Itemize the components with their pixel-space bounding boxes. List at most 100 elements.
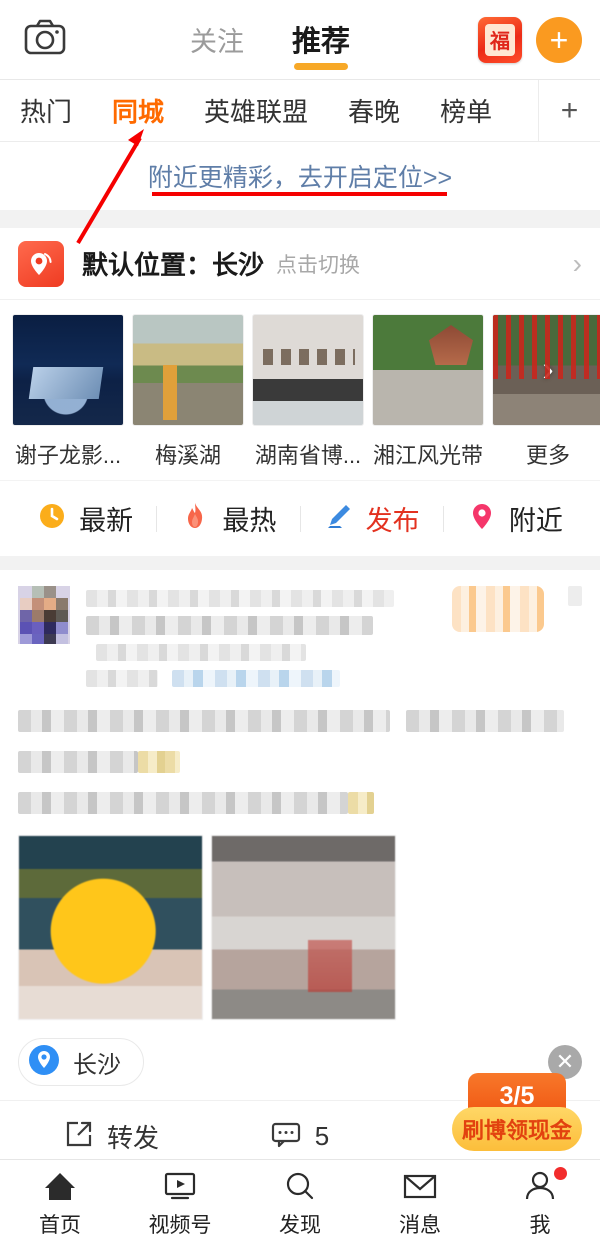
chevron-right-icon: › <box>542 350 554 389</box>
avatar[interactable] <box>18 586 70 644</box>
top-tab-recommend[interactable]: 推荐 <box>291 22 350 70</box>
place-card[interactable]: 梅溪湖 <box>132 314 244 470</box>
flame-icon <box>180 501 210 536</box>
filter-nearby[interactable]: 附近 <box>444 499 586 538</box>
sub-tab-scroll[interactable]: 热门 同城 英雄联盟 春晚 榜单 <box>0 92 538 129</box>
close-glyph: ✕ <box>555 1049 575 1074</box>
add-channel-button[interactable]: + <box>538 80 600 141</box>
clock-icon <box>37 501 67 536</box>
nav-item-discover[interactable]: 发现 <box>240 1169 360 1239</box>
default-location-title: 默认位置：长沙 <box>82 250 265 280</box>
blurred-text <box>86 616 373 635</box>
repost-label: 转发 <box>106 1123 159 1153</box>
place-card-more[interactable]: › 更多 <box>492 314 600 470</box>
place-label: 谢子龙影... <box>14 443 122 468</box>
camera-icon <box>24 19 66 60</box>
pin-icon <box>27 1043 61 1082</box>
post-image[interactable] <box>211 835 396 1020</box>
place-photo-2 <box>132 314 244 426</box>
blurred-text <box>406 710 565 732</box>
top-tab-following[interactable]: 关注 <box>190 22 244 66</box>
nav-item-video[interactable]: 视频号 <box>120 1169 240 1239</box>
cash-reward-label: 刷博领现金 <box>452 1107 582 1151</box>
blurred-text <box>18 710 391 732</box>
repost-button[interactable]: 转发 <box>18 1118 206 1155</box>
filter-label: 最新 <box>79 506 134 536</box>
more-menu-blurred[interactable] <box>568 586 582 606</box>
post-geo-chip[interactable]: 长沙 <box>18 1038 144 1086</box>
unread-badge-dot <box>554 1166 567 1180</box>
bottom-navigation: 首页 视频号 发现 消息 我 <box>0 1159 600 1247</box>
blurred-text <box>18 792 348 814</box>
blurred-text <box>18 751 138 773</box>
location-pin-icon <box>31 252 52 275</box>
pin-icon <box>467 501 497 536</box>
place-label: 更多 <box>525 443 570 468</box>
comment-icon <box>271 1120 301 1153</box>
sub-tab-ranking[interactable]: 榜单 <box>440 92 492 129</box>
top-bar-right: 福 + <box>450 16 600 63</box>
post-image[interactable] <box>18 835 203 1020</box>
nav-item-messages[interactable]: 消息 <box>360 1169 480 1239</box>
post-image-grid <box>18 835 582 1020</box>
comment-button[interactable]: 5 <box>206 1120 394 1153</box>
cash-reward-badge[interactable]: 3/5 刷博领现金 <box>452 1073 582 1151</box>
place-photo-4 <box>372 314 484 426</box>
mail-icon <box>402 1169 438 1203</box>
camera-button[interactable] <box>0 19 90 60</box>
feed-post: 长沙 ✕ <box>0 570 600 1100</box>
nav-item-home[interactable]: 首页 <box>0 1169 120 1239</box>
enable-location-link[interactable]: 附近更精彩，去开启定位>> <box>148 158 452 194</box>
blurred-text <box>172 670 340 687</box>
filter-hottest[interactable]: 最热 <box>157 499 299 538</box>
nearby-places-list: 谢子龙影... 梅溪湖 湖南省博... 湘江风光带 › 更多 <box>0 300 600 480</box>
feed-filter-row: 最新 最热 发布 附近 <box>0 480 600 556</box>
follow-button-blurred[interactable] <box>452 586 544 632</box>
place-photo-5: › <box>492 314 600 426</box>
blurred-text <box>348 792 374 814</box>
place-card[interactable]: 湘江风光带 <box>372 314 484 470</box>
sub-tab-local[interactable]: 同城 <box>112 92 164 129</box>
comment-count: 5 <box>314 1121 330 1151</box>
search-icon <box>282 1169 318 1203</box>
place-label: 湘江风光带 <box>372 443 483 468</box>
pencil-icon <box>324 501 354 536</box>
place-photo-1 <box>12 314 124 426</box>
blurred-text <box>96 644 306 661</box>
nav-label: 我 <box>529 1213 551 1237</box>
default-location-row[interactable]: 默认位置：长沙 点击切换 › <box>0 228 600 300</box>
share-icon <box>65 1120 93 1153</box>
post-header <box>18 586 582 696</box>
publish-post-button[interactable]: 发布 <box>301 499 443 538</box>
top-tabs: 关注 推荐 <box>90 14 450 70</box>
enable-location-prompt: 附近更精彩，去开启定位>> <box>0 142 600 210</box>
sub-tab-gala[interactable]: 春晚 <box>348 92 400 129</box>
filter-newest[interactable]: 最新 <box>14 499 156 538</box>
place-card[interactable]: 谢子龙影... <box>12 314 124 470</box>
chevron-right-icon[interactable]: › <box>573 248 582 280</box>
fu-character: 福 <box>485 23 515 56</box>
top-tab-label: 推荐 <box>291 25 350 58</box>
nav-label: 发现 <box>279 1213 321 1237</box>
filter-label: 最热 <box>222 506 277 536</box>
plus-icon: + <box>560 93 579 127</box>
nav-label: 消息 <box>399 1213 441 1237</box>
nav-item-profile[interactable]: 我 <box>480 1166 600 1239</box>
place-card[interactable]: 湖南省博... <box>252 314 364 470</box>
filter-label: 附近 <box>508 506 563 536</box>
section-gap <box>0 210 600 228</box>
person-icon <box>522 1166 567 1203</box>
sub-tab-lol[interactable]: 英雄联盟 <box>204 92 308 129</box>
home-icon <box>42 1169 78 1203</box>
weibo-app-screen: 关注 推荐 福 + 热门 同城 英雄联盟 春晚 榜单 + 附近更精彩，去开启定位… <box>0 0 600 1247</box>
place-label: 湖南省博... <box>254 443 362 468</box>
post-author-block <box>86 586 436 696</box>
blurred-text <box>86 590 394 607</box>
plus-icon: + <box>549 21 569 58</box>
sub-tab-hot[interactable]: 热门 <box>20 92 72 129</box>
location-pin-badge <box>18 240 64 287</box>
fu-card-button[interactable]: 福 <box>478 16 522 63</box>
section-gap <box>0 556 600 570</box>
nav-label: 视频号 <box>148 1213 212 1237</box>
compose-plus-button[interactable]: + <box>536 16 582 63</box>
